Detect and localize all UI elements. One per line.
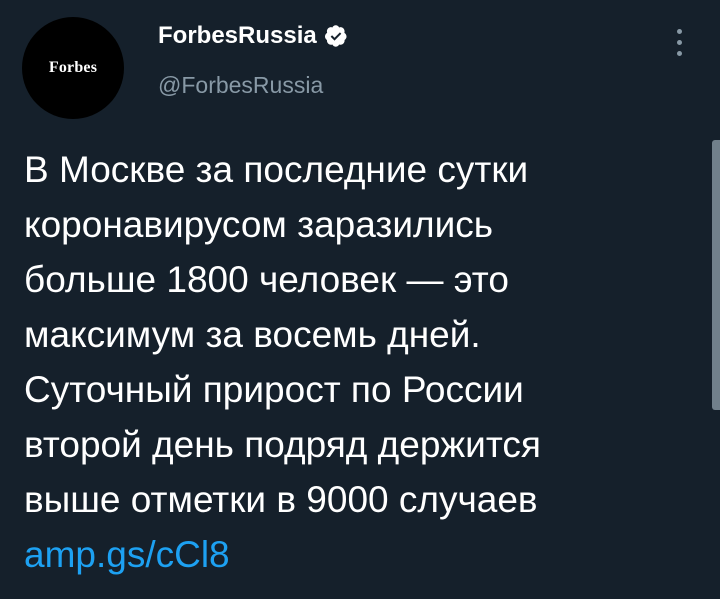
more-dot [676, 50, 682, 56]
verified-badge-icon [324, 25, 347, 47]
tweet-line: В Москве за последние сутки [24, 149, 529, 190]
author-name-text: ForbesRussia [158, 22, 317, 49]
tweet-line: выше отметки в 9000 случаев [24, 479, 538, 520]
avatar[interactable]: Forbes [22, 17, 124, 119]
more-dot [676, 28, 682, 34]
tweet-link[interactable]: amp.gs/cCl8 [24, 527, 704, 582]
author-handle[interactable]: @ForbesRussia [158, 70, 323, 100]
more-options-icon[interactable] [667, 22, 691, 62]
tweet-line: больше 1800 человек — это [24, 259, 509, 300]
more-dot [676, 39, 682, 45]
tweet-text: В Москве за последние сутки коронавирусо… [24, 142, 704, 582]
tweet-line: второй день подряд держится [24, 424, 541, 465]
tweet-line: Суточный прирост по России [24, 369, 524, 410]
scrollbar[interactable] [712, 140, 720, 410]
tweet-line: коронавирусом заразились [24, 204, 494, 245]
author-display-name[interactable]: ForbesRussia [158, 20, 348, 52]
tweet-line: максимум за восемь дней. [24, 314, 481, 355]
forbes-logo: Forbes [48, 59, 98, 76]
